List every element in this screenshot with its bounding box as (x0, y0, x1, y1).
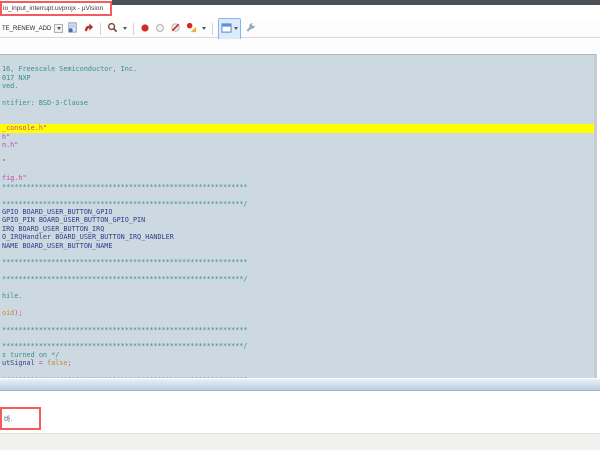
title-annotation-box: io_input_interrupt.uvprojx - µVision (0, 1, 112, 16)
code-area: 16, Freescale Semiconductor, Inc.017 NXP… (0, 55, 594, 378)
code-line (0, 149, 594, 157)
code-line (0, 334, 594, 342)
chevron-down-icon (123, 27, 127, 30)
crossed-circle-icon (170, 20, 181, 38)
load-application-button[interactable] (66, 19, 79, 39)
code-line (0, 116, 594, 124)
code-line (0, 166, 594, 174)
code-line (0, 91, 594, 99)
breakpoint-list-dropdown[interactable] (201, 26, 207, 31)
code-line: " (0, 158, 594, 166)
horizontal-scrollbar[interactable] (0, 378, 600, 391)
zoom-button[interactable] (106, 19, 119, 39)
code-line (0, 267, 594, 275)
code-line: IRQ BOARD_USER_BUTTON_IRQ (0, 225, 594, 233)
window-title: io_input_interrupt.uvprojx - µVision (2, 5, 103, 12)
code-line: 16, Freescale Semiconductor, Inc. (0, 65, 594, 73)
status-bar (0, 433, 600, 450)
zoom-dropdown[interactable] (122, 26, 128, 31)
window-top-edge (112, 0, 600, 5)
run-to-cursor-button[interactable] (82, 19, 95, 39)
lower-panel (0, 392, 600, 433)
code-line: utSignal = false; (0, 359, 594, 367)
code-line: ****************************************… (0, 342, 594, 350)
code-line: NAME BOARD_USER_BUTTON_NAME (0, 242, 594, 250)
chevron-down-icon (202, 27, 206, 30)
target-select[interactable]: TE_RENEW_ADD (2, 26, 51, 32)
code-line (0, 317, 594, 325)
target-select-dropdown[interactable] (54, 24, 63, 33)
code-line (0, 250, 594, 258)
debug-windows-button[interactable] (218, 18, 241, 40)
wrench-icon (245, 20, 256, 38)
code-editor[interactable]: 16, Freescale Semiconductor, Inc.017 NXP… (0, 54, 597, 378)
code-line (0, 367, 594, 375)
code-line (0, 107, 594, 115)
toolbar-separator (100, 23, 101, 35)
toolbar: TE_RENEW_ADD (0, 20, 600, 38)
code-line (0, 57, 594, 65)
insert-breakpoint-button[interactable] (139, 19, 151, 39)
chevron-down-icon (234, 27, 238, 30)
code-line: fig.h" (0, 174, 594, 182)
code-line: 017 NXP (0, 74, 594, 82)
code-line: s turned on */ (0, 351, 594, 359)
configure-button[interactable] (244, 19, 257, 39)
magnifier-icon (107, 20, 118, 38)
breakpoint-outline-icon (155, 20, 165, 38)
run-to-cursor-icon (83, 20, 94, 38)
debug-windows-icon (221, 20, 232, 38)
toolbar-separator (133, 23, 134, 35)
code-line: n.h" (0, 141, 594, 149)
breakpoint-list-button[interactable] (185, 19, 198, 39)
code-line (0, 284, 594, 292)
code-line (0, 300, 594, 308)
enable-breakpoint-button[interactable] (154, 19, 166, 39)
bottom-annotation-box: 바. (0, 407, 41, 430)
kill-breakpoints-button[interactable] (169, 19, 182, 39)
breakpoint-list-icon (186, 20, 197, 38)
bottom-annotation-text: 바. (2, 414, 12, 424)
code-line: ntifier: BSD-3-Clause (0, 99, 594, 107)
breakpoint-icon (140, 20, 150, 38)
toolbar-editor-gap (0, 39, 600, 53)
code-line: ****************************************… (0, 183, 594, 191)
code-line: ****************************************… (0, 275, 594, 283)
code-line: oid); (0, 309, 594, 317)
uvision-window: io_input_interrupt.uvprojx - µVision TE_… (0, 0, 600, 450)
code-line: ****************************************… (0, 200, 594, 208)
code-line: GPIO BOARD_USER_BUTTON_GPIO (0, 208, 594, 216)
code-line: O_IRQHandler BOARD_USER_BUTTON_IRQ_HANDL… (0, 233, 594, 241)
code-line: ****************************************… (0, 258, 594, 266)
code-line (0, 191, 594, 199)
code-line: h" (0, 133, 594, 141)
code-line: ****************************************… (0, 326, 594, 334)
toolbar-separator (212, 23, 213, 35)
highlighted-code-line: _console.h" (0, 124, 594, 132)
code-line: hile. (0, 292, 594, 300)
code-line: ved. (0, 82, 594, 90)
load-application-icon (67, 20, 78, 38)
chevron-down-icon (57, 27, 61, 30)
code-line: GPIO_PIN BOARD_USER_BUTTON_GPIO_PIN (0, 216, 594, 224)
